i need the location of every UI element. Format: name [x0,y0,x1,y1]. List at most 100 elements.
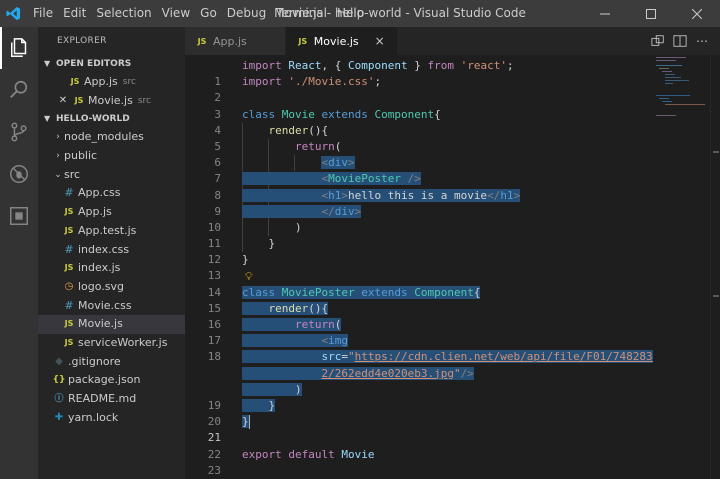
close-icon[interactable]: ✕ [56,92,70,111]
js-file-icon: JS [64,207,74,217]
close-window-button[interactable] [674,0,720,27]
code-text: class Movie extends Component{ [242,107,441,121]
split-editor-icon [673,35,687,47]
tree-item-yarn-lock[interactable]: ✚ yarn.lock [38,409,185,428]
js-file-icon: JS [70,77,80,86]
extensions-button[interactable] [0,195,38,237]
tree-item-node-modules[interactable]: › node_modules [38,128,185,147]
chevron-right-icon: › [56,151,60,162]
css-file-icon: # [64,242,74,256]
tree-item-index-css[interactable]: # index.css [38,241,185,260]
compare-icon [651,35,664,46]
debug-icon [10,165,28,183]
tree-item-readme-md[interactable]: ⓘ README.md [38,390,185,409]
menu-terminal[interactable]: Terminal [271,0,332,27]
tree-item-package-json[interactable]: {} package.json [38,371,185,390]
tree-item-app-js[interactable]: JS App.js [38,203,185,222]
open-editors-header[interactable]: ▼ OPEN EDITORS [38,55,185,73]
js-file-icon: JS [298,36,308,46]
js-file-icon: JS [64,225,74,235]
menu-edit[interactable]: Edit [58,0,91,27]
tree-item-src[interactable]: ⌄ src [38,166,185,185]
code-text: } [242,237,276,251]
more-actions-button[interactable]: ⋯ [694,33,710,49]
debug-button[interactable] [0,153,38,195]
tree-item-gitignore[interactable]: ◆ .gitignore [38,353,185,372]
code-text: } [242,415,250,430]
open-editor-item-movie-js[interactable]: ✕ JS Movie.js src [38,92,185,111]
editor-tabs: JS App.js JS Movie.js × [185,27,720,55]
open-editor-item-app-js[interactable]: JS App.js src [38,73,185,92]
chevron-down-icon: ▼ [44,59,51,68]
code-line: 8 <MoviePoster /> [185,171,650,202]
js-file-icon: JS [74,95,84,105]
tree-item-movie-css[interactable]: # Movie.css [38,297,185,316]
tree-item-label: Movie.js [78,317,123,331]
tree-item-label: src [64,167,81,181]
js-file-icon: JS [197,36,207,46]
menu-selection[interactable]: Selection [91,0,156,27]
lightbulb-icon[interactable]: 💡︎ [245,269,253,285]
close-tab-icon[interactable]: × [373,34,387,48]
tab-movie-js[interactable]: JS Movie.js × [285,27,398,55]
menu-go[interactable]: Go [195,0,222,27]
code-line: 23 export default Movie [185,447,650,477]
code-line-current: 21 } [185,414,650,444]
vertical-scrollbar[interactable] [710,55,720,479]
search-button[interactable] [0,69,38,111]
code-line: 2/262edd4e020eb3.jpg"/> [185,366,650,382]
tree-item-public[interactable]: › public [38,147,185,166]
code-line: src="https://cdn.clien.net/web/api/file/… [185,349,653,365]
open-changes-button[interactable] [650,33,666,49]
tab-label: App.js [213,34,247,48]
project-label: HELLO-WORLD [56,114,130,125]
menu-debug[interactable]: Debug [222,0,271,27]
code-line: 13 } [185,252,650,282]
css-file-icon: # [64,186,74,200]
tree-item-label: App.js [78,205,112,219]
tree-item-serviceworker-js[interactable]: JS serviceWorker.js [38,334,185,353]
code-line: 1 import React, { Component } from 'reac… [185,58,650,88]
code-line: 14 💡︎ [185,268,650,298]
tree-item-label: yarn.lock [68,410,119,424]
open-editor-desc: src [122,77,136,87]
menu-file[interactable]: File [28,0,58,27]
code-line: 18 <img [185,333,650,363]
code-line: 3 [185,90,650,121]
code-text: render(){ [268,123,329,137]
tree-item-logo-svg[interactable]: ◷ logo.svg [38,278,185,297]
open-editor-label: Movie.js [88,93,133,107]
js-file-icon: JS [64,319,74,329]
tree-item-label: App.css [78,186,121,200]
code-text: <div> [321,156,355,170]
code-line: 22 [185,430,650,461]
tree-item-label: index.js [78,261,121,275]
split-editor-button[interactable] [672,33,688,49]
tree-item-app-test-js[interactable]: JS App.test.js [38,222,185,241]
open-editor-label: App.js [84,75,118,88]
open-editors-label: OPEN EDITORS [56,59,132,69]
code-line: 7 <div> [185,155,650,185]
explorer-sidebar: EXPLORER ▼ OPEN EDITORS JS App.js src ✕ … [38,27,185,479]
tree-item-movie-js[interactable]: JS Movie.js [38,315,185,334]
code-text: import './Movie.css'; [242,75,382,89]
project-header[interactable]: ▼ HELLO-WORLD [38,110,185,129]
source-control-button[interactable] [0,111,38,153]
menu-view[interactable]: View [157,0,195,27]
menu-help[interactable]: Help [332,0,369,27]
tab-app-js[interactable]: JS App.js [185,27,286,55]
tree-item-index-js[interactable]: JS index.js [38,259,185,278]
minimize-button[interactable] [582,0,628,27]
explorer-button[interactable] [0,27,38,69]
tree-item-label: App.test.js [78,223,137,237]
code-line: 9 <h1>hello this is a movie</h1> [185,187,650,218]
maximize-icon [646,8,656,19]
maximize-button[interactable] [628,0,674,27]
tree-item-app-css[interactable]: # App.css [38,184,185,203]
code-text: } [242,398,276,412]
minimap[interactable] [650,55,710,479]
code-text: 2/262edd4e020eb3.jpg"/> [242,366,474,382]
code-editor[interactable]: 1 import React, { Component } from 'reac… [185,55,653,479]
tree-item-label: logo.svg [78,279,125,293]
tree-item-label: package.json [68,373,141,387]
